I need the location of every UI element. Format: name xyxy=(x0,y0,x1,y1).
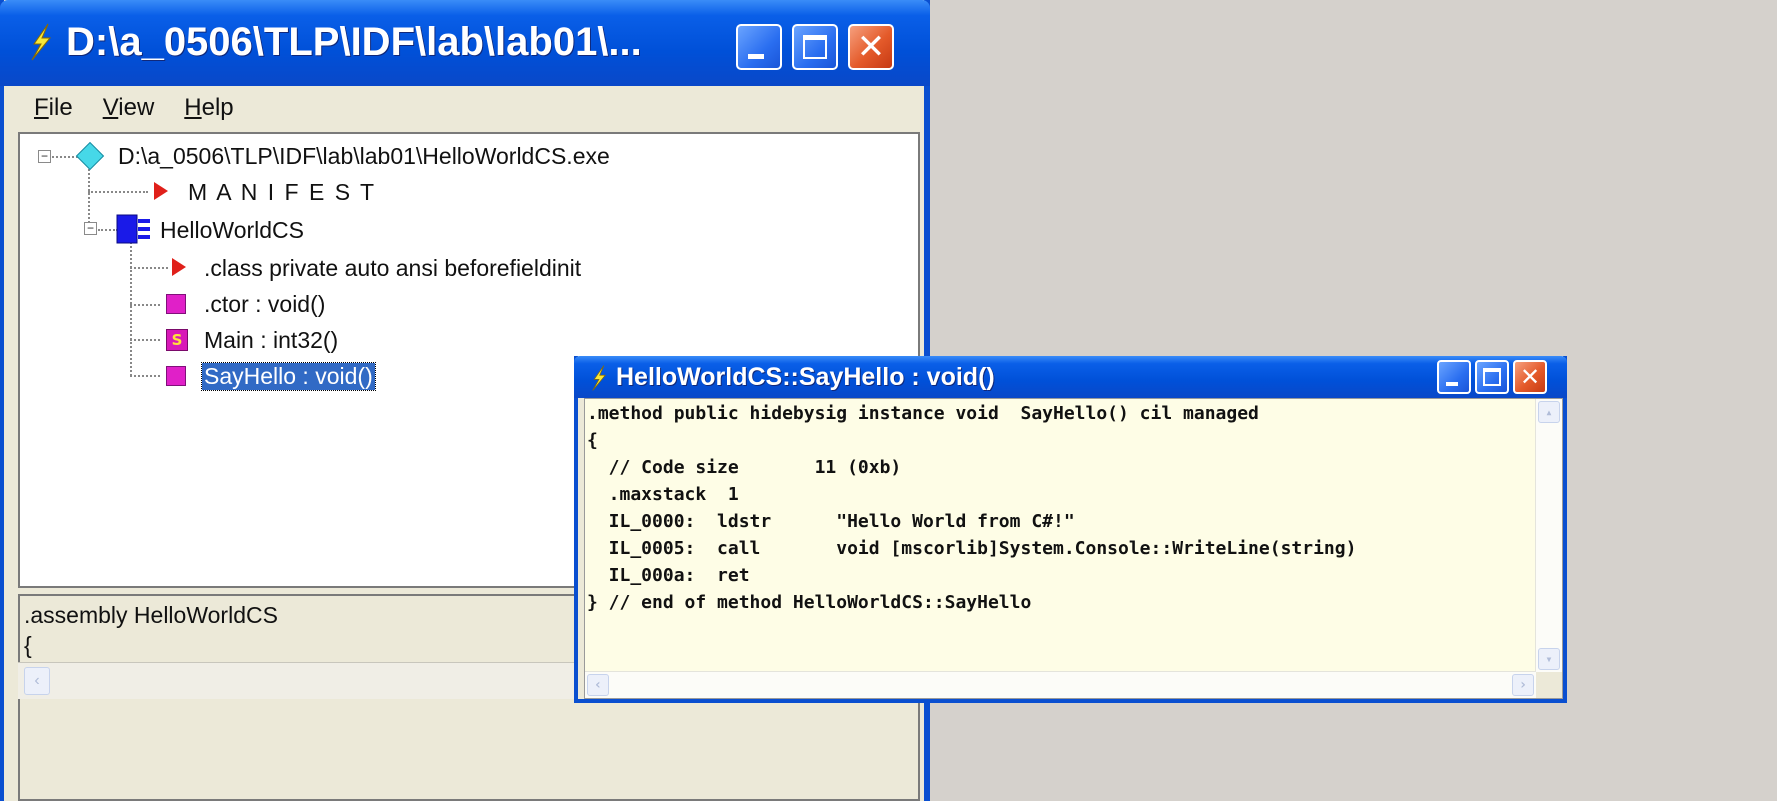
menu-help[interactable]: Help xyxy=(184,94,233,122)
il-minimize-button[interactable] xyxy=(1437,360,1471,394)
main-titlebar[interactable]: D:\a_0506\TLP\IDF\lab\lab01\... ✕ xyxy=(0,0,930,86)
il-titlebar[interactable]: HelloWorldCS::SayHello : void() ✕ xyxy=(574,356,1567,398)
tree-connector xyxy=(88,191,148,193)
chevron-right-icon: › xyxy=(1518,677,1528,693)
menu-bar: File View Help xyxy=(4,86,924,130)
tree-connector xyxy=(130,238,132,376)
tree-connector xyxy=(130,339,160,341)
static-method-icon: S xyxy=(166,329,188,351)
menu-view-mnemonic: V xyxy=(102,94,119,121)
tree-node-manifest[interactable]: M A N I F E S T xyxy=(188,174,376,210)
il-code-line: // Code size 11 (0xb) xyxy=(587,457,902,478)
diamond-icon xyxy=(75,141,105,171)
tree-connector xyxy=(130,375,160,377)
method-icon xyxy=(166,294,186,314)
minimize-icon xyxy=(1446,382,1458,386)
collapse-root-toggle[interactable]: − xyxy=(38,150,51,163)
il-horizontal-scrollbar[interactable]: ‹ › xyxy=(585,671,1536,698)
collapse-class-toggle[interactable]: − xyxy=(84,222,97,235)
source-line: { xyxy=(24,632,32,658)
tree-node-class-decl[interactable]: .class private auto ansi beforefieldinit xyxy=(204,250,581,286)
menu-view-label: iew xyxy=(118,94,155,121)
chevron-left-icon: ‹ xyxy=(34,672,40,689)
source-horizontal-scrollbar[interactable]: ‹ xyxy=(18,662,578,699)
menu-help-mnemonic: H xyxy=(184,94,202,121)
tree-connector xyxy=(52,156,78,158)
minimize-icon xyxy=(748,54,764,59)
scroll-left-button[interactable]: ‹ xyxy=(587,674,609,696)
il-maximize-button[interactable] xyxy=(1475,360,1509,394)
tree-node-assembly-label: D:\a_0506\TLP\IDF\lab\lab01\HelloWorldCS… xyxy=(118,142,610,169)
tree-node-sayhello-label: SayHello : void() xyxy=(201,361,376,391)
method-icon xyxy=(166,366,186,386)
menu-file-mnemonic: F xyxy=(34,94,49,121)
maximize-button[interactable] xyxy=(792,24,838,70)
scroll-right-button[interactable]: › xyxy=(1512,674,1534,696)
tree-node-ctor-label: .ctor : void() xyxy=(204,290,326,317)
tree-node-main[interactable]: Main : int32() xyxy=(204,322,338,358)
lightning-icon xyxy=(592,365,606,391)
il-code-line: IL_000a: ret xyxy=(587,565,750,586)
il-code-line: .maxstack 1 xyxy=(587,484,739,505)
source-line: .assembly HelloWorldCS xyxy=(24,602,278,628)
scrollbar-corner xyxy=(1536,672,1562,698)
close-icon: ✕ xyxy=(1519,363,1541,391)
il-close-button[interactable]: ✕ xyxy=(1513,360,1547,394)
chevron-down-icon: ▾ xyxy=(1545,652,1553,666)
maximize-icon xyxy=(803,35,827,59)
tree-node-assembly[interactable]: D:\a_0506\TLP\IDF\lab\lab01\HelloWorldCS… xyxy=(118,138,610,174)
il-code-line: } // end of method HelloWorldCS::SayHell… xyxy=(587,592,1032,613)
menu-view[interactable]: View xyxy=(103,94,155,122)
tree-node-class[interactable]: HelloWorldCS xyxy=(160,212,304,248)
main-window-title: D:\a_0506\TLP\IDF\lab\lab01\... xyxy=(66,20,642,64)
menu-file[interactable]: File xyxy=(34,94,73,122)
tree-node-ctor[interactable]: .ctor : void() xyxy=(204,286,325,322)
red-triangle-icon xyxy=(172,258,186,276)
red-triangle-icon xyxy=(154,182,168,200)
tree-node-class-label: HelloWorldCS xyxy=(160,216,305,243)
scroll-left-button[interactable]: ‹ xyxy=(24,667,50,695)
tree-connector xyxy=(98,229,118,231)
chevron-left-icon: ‹ xyxy=(593,677,603,693)
class-icon xyxy=(116,214,150,244)
lightning-icon xyxy=(31,23,52,61)
close-icon: ✕ xyxy=(856,27,886,67)
close-button[interactable]: ✕ xyxy=(848,24,894,70)
chevron-up-icon: ▴ xyxy=(1545,405,1553,419)
tree-node-class-decl-label: .class private auto ansi beforefieldinit xyxy=(204,254,582,281)
il-code-line: .method public hidebysig instance void S… xyxy=(587,403,1259,424)
tree-node-sayhello[interactable]: SayHello : void() xyxy=(201,358,376,394)
il-code-line: IL_0005: call void [mscorlib]System.Cons… xyxy=(587,538,1357,559)
il-window-title: HelloWorldCS::SayHello : void() xyxy=(616,363,995,391)
tree-connector xyxy=(130,267,168,269)
il-code-view[interactable]: .method public hidebysig instance void S… xyxy=(584,398,1563,699)
minimize-button[interactable] xyxy=(736,24,782,70)
tree-node-main-label: Main : int32() xyxy=(204,326,339,353)
menu-file-label: ile xyxy=(48,94,73,121)
menu-help-label: elp xyxy=(201,94,234,121)
il-code-line: { xyxy=(587,430,598,451)
scroll-down-button[interactable]: ▾ xyxy=(1538,648,1560,670)
il-vertical-scrollbar[interactable]: ▴ ▾ xyxy=(1535,399,1562,672)
il-code-window: HelloWorldCS::SayHello : void() ✕ .metho… xyxy=(574,356,1567,703)
tree-connector xyxy=(130,304,160,306)
tree-node-manifest-label: M A N I F E S T xyxy=(188,178,377,205)
maximize-icon xyxy=(1483,368,1501,386)
il-code-line: IL_0000: ldstr "Hello World from C#!" xyxy=(587,511,1075,532)
scroll-up-button[interactable]: ▴ xyxy=(1538,401,1560,423)
